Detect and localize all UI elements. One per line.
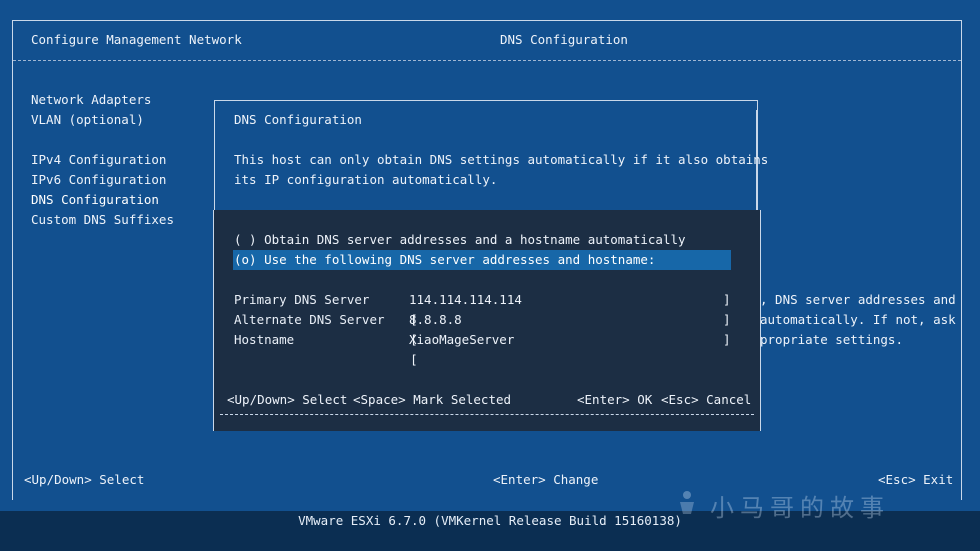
hostname-value: XiaoMageServer: [409, 332, 515, 347]
dialog-description: This host can only obtain DNS settings a…: [234, 152, 769, 167]
dialog-side-rule: [756, 110, 757, 210]
status-change: <Enter> Change: [493, 472, 599, 487]
cancel-button[interactable]: <Esc> Cancel: [661, 390, 751, 410]
radio-use-following[interactable]: (o) Use the following DNS server address…: [234, 250, 655, 270]
dialog-side-rule: [214, 110, 215, 210]
primary-dns-value: 114.114.114.114: [409, 292, 522, 307]
header-left-title: Configure Management Network: [31, 32, 242, 47]
frame-header-divider: [13, 60, 961, 61]
hostname-input[interactable]: [XiaoMageServer]: [395, 330, 735, 370]
frame-top-rule: [13, 20, 961, 21]
header-right-title: DNS Configuration: [500, 32, 628, 47]
watermark-text: 小马哥的故事: [710, 494, 890, 522]
background-text-line: propriate settings.: [760, 332, 903, 347]
sidebar-item-ipv4[interactable]: IPv4 Configuration: [31, 150, 166, 170]
background-text-line: automatically. If not, ask: [760, 312, 956, 327]
watermark-logo-icon: [680, 491, 694, 514]
radio-obtain-automatically[interactable]: ( ) Obtain DNS server addresses and a ho…: [234, 230, 686, 250]
hostname-label: Hostname: [234, 332, 295, 347]
hint-mark-selected: <Space> Mark Selected: [353, 392, 512, 407]
primary-dns-label: Primary DNS Server: [234, 292, 370, 307]
dialog-description: its IP configuration automatically.: [234, 172, 498, 187]
sidebar-item-network-adapters[interactable]: Network Adapters: [31, 90, 151, 110]
dialog-title: DNS Configuration: [234, 112, 362, 127]
sidebar-item-vlan[interactable]: VLAN (optional): [31, 110, 144, 130]
hint-select: <Up/Down> Select: [227, 392, 348, 407]
status-select: <Up/Down> Select: [24, 472, 145, 487]
status-exit: <Esc> Exit: [878, 472, 954, 487]
sidebar-item-dns-suffixes[interactable]: Custom DNS Suffixes: [31, 210, 174, 230]
sidebar-item-dns[interactable]: DNS Configuration: [31, 190, 159, 210]
dialog-bottom-rule: [220, 414, 754, 415]
alternate-dns-value: 8.8.8.8: [409, 312, 462, 327]
ok-button[interactable]: <Enter> OK: [577, 390, 652, 410]
sidebar-item-ipv6[interactable]: IPv6 Configuration: [31, 170, 166, 190]
alternate-dns-label: Alternate DNS Server: [234, 312, 385, 327]
background-text-line: , DNS server addresses and: [760, 292, 956, 307]
